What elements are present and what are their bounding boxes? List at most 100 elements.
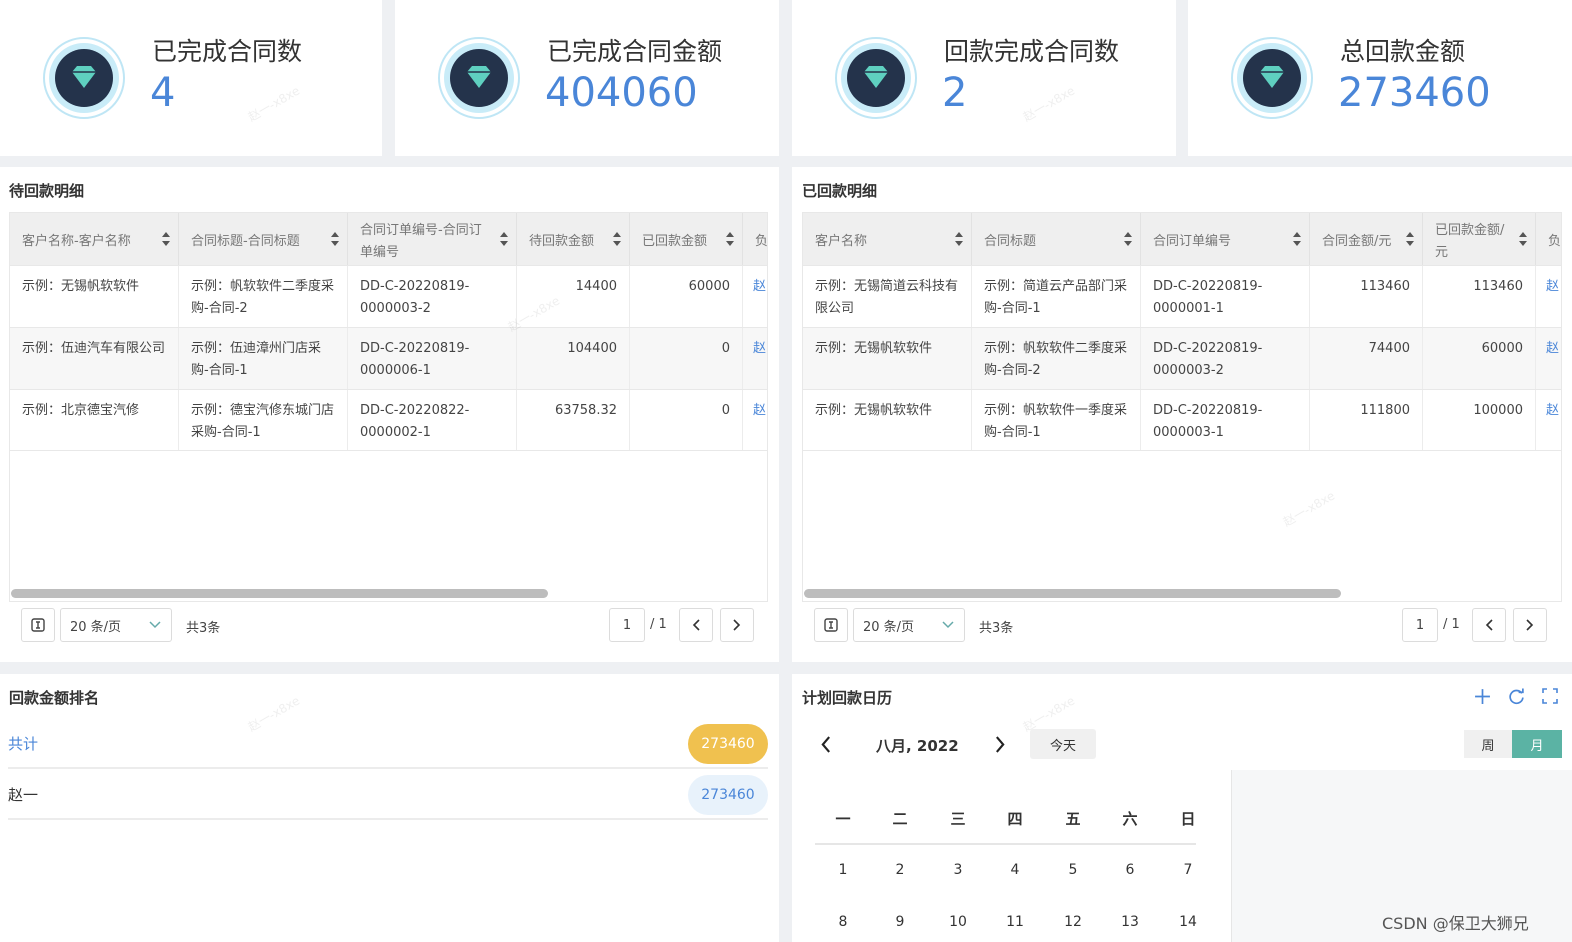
page-info-button[interactable] [21, 608, 55, 642]
column-header-customer[interactable]: 客户名称 [803, 213, 972, 265]
calendar-prev-icon[interactable] [820, 736, 832, 753]
week-view-button[interactable]: 周 [1464, 730, 1512, 758]
chevron-down-icon [942, 621, 954, 629]
horizontal-scrollbar[interactable] [804, 589, 1341, 598]
calendar-title: 计划回款日历 [802, 689, 893, 707]
table-row[interactable]: 示例：伍迪汽车有限公司 示例：伍迪漳州门店采购-合同-1 DD-C-202208… [10, 327, 767, 389]
cell-customer: 示例：无锡帆软软件 [803, 390, 972, 450]
next-page-button[interactable] [720, 608, 754, 642]
column-header-order-no[interactable]: 合同订单编号-合同订单编号 [348, 213, 517, 265]
table-header: 客户名称-客户名称 合同标题-合同标题 合同订单编号-合同订单编号 待回款金额 … [10, 213, 767, 265]
cell-order-no: DD-C-20220819-0000001-1 [1141, 266, 1310, 327]
cell-title: 示例：德宝汽修东城门店采购-合同-1 [179, 390, 348, 450]
stat-value: 4 [150, 70, 176, 116]
cell-customer: 示例：伍迪汽车有限公司 [10, 328, 179, 389]
prev-page-button[interactable] [1472, 608, 1506, 642]
calendar-day[interactable]: 6 [1110, 862, 1150, 878]
chevron-left-icon [1485, 619, 1493, 631]
sort-icon [1406, 232, 1414, 246]
cell-pending-amount: 63758.32 [517, 390, 630, 450]
page-size-label: 20 条/页 [70, 619, 122, 635]
chevron-right-icon [1526, 619, 1534, 631]
prev-page-button[interactable] [679, 608, 713, 642]
cell-title: 示例：帆软软件二季度采购-合同-2 [972, 328, 1141, 389]
next-page-button[interactable] [1513, 608, 1547, 642]
diamond-icon [835, 37, 917, 119]
calendar-day[interactable]: 10 [938, 914, 978, 930]
add-icon[interactable] [1474, 688, 1491, 705]
stat-value: 2 [942, 70, 968, 116]
horizontal-scrollbar[interactable] [11, 589, 548, 598]
ranking-value-badge: 273460 [688, 775, 768, 815]
calendar-day[interactable]: 3 [938, 862, 978, 878]
cell-contract-amount: 74400 [1310, 328, 1423, 389]
cell-owner-link[interactable]: 赵 [743, 328, 767, 389]
column-header-title[interactable]: 合同标题 [972, 213, 1141, 265]
stat-value: 404060 [545, 70, 698, 116]
column-header-customer[interactable]: 客户名称-客户名称 [10, 213, 179, 265]
sort-icon [1293, 232, 1301, 246]
table-row[interactable]: 示例：无锡帆软软件 示例：帆软软件一季度采购-合同-1 DD-C-2022081… [803, 389, 1561, 451]
column-header-owner[interactable]: 负 [743, 213, 767, 265]
today-button[interactable]: 今天 [1030, 729, 1096, 759]
calendar-day[interactable]: 2 [880, 862, 920, 878]
calendar-day[interactable]: 8 [823, 914, 863, 930]
cell-title: 示例：帆软软件二季度采购-合同-2 [179, 266, 348, 327]
info-icon [31, 618, 45, 632]
cell-owner-link[interactable]: 赵 [1536, 266, 1561, 327]
column-header-paid-amount[interactable]: 已回款金额 [630, 213, 743, 265]
table-row[interactable]: 示例：北京德宝汽修 示例：德宝汽修东城门店采购-合同-1 DD-C-202208… [10, 389, 767, 451]
calendar-day[interactable]: 11 [995, 914, 1035, 930]
table-row[interactable]: 示例：无锡帆软软件 示例：帆软软件二季度采购-合同-2 DD-C-2022081… [10, 265, 767, 327]
page-size-select[interactable]: 20 条/页 [853, 608, 965, 642]
column-header-paid-amount[interactable]: 已回款金额/元 [1423, 213, 1536, 265]
calendar-next-icon[interactable] [994, 736, 1006, 753]
cell-contract-amount: 113460 [1310, 266, 1423, 327]
column-header-contract-amount[interactable]: 合同金额/元 [1310, 213, 1423, 265]
cell-pending-amount: 14400 [517, 266, 630, 327]
calendar-day[interactable]: 9 [880, 914, 920, 930]
page-info-button[interactable] [814, 608, 848, 642]
stat-card-total-paid: 总回款金额 273460 [1188, 0, 1572, 156]
column-header-pending-amount[interactable]: 待回款金额 [517, 213, 630, 265]
stat-card-paid-count: 回款完成合同数 2 [792, 0, 1176, 156]
cell-customer: 示例：无锡帆软软件 [10, 266, 179, 327]
cell-owner-link[interactable]: 赵 [743, 266, 767, 327]
cell-paid-amount: 0 [630, 390, 743, 450]
total-count: 共3条 [979, 621, 1014, 636]
diamond-icon [438, 37, 520, 119]
page-total: / 1 [1443, 617, 1460, 632]
refresh-icon[interactable] [1508, 688, 1525, 705]
calendar-day[interactable]: 12 [1053, 914, 1093, 930]
column-header-order-no[interactable]: 合同订单编号 [1141, 213, 1310, 265]
calendar-day[interactable]: 5 [1053, 862, 1093, 878]
page-input[interactable]: 1 [1402, 608, 1438, 642]
page-input[interactable]: 1 [609, 608, 645, 642]
sort-icon [1519, 232, 1527, 246]
table-row[interactable]: 示例：无锡简道云科技有限公司 示例：简道云产品部门采购-合同-1 DD-C-20… [803, 265, 1561, 327]
calendar-day[interactable]: 1 [823, 862, 863, 878]
page-size-select[interactable]: 20 条/页 [60, 608, 172, 642]
cell-paid-amount: 113460 [1423, 266, 1536, 327]
cell-customer: 示例：北京德宝汽修 [10, 390, 179, 450]
calendar-day[interactable]: 14 [1168, 914, 1208, 930]
table-row[interactable]: 示例：无锡帆软软件 示例：帆软软件二季度采购-合同-2 DD-C-2022081… [803, 327, 1561, 389]
csdn-watermark: CSDN @保卫大狮兄 [1382, 914, 1529, 933]
ranking-name: 共计 [8, 735, 39, 753]
stat-label: 回款完成合同数 [944, 37, 1120, 66]
column-header-title[interactable]: 合同标题-合同标题 [179, 213, 348, 265]
chevron-left-icon [692, 619, 700, 631]
month-view-button[interactable]: 月 [1512, 730, 1562, 758]
total-count: 共3条 [186, 621, 221, 636]
calendar-day[interactable]: 7 [1168, 862, 1208, 878]
page-total: / 1 [650, 617, 667, 632]
cell-owner-link[interactable]: 赵 [743, 390, 767, 450]
cell-owner-link[interactable]: 赵 [1536, 328, 1561, 389]
calendar-day[interactable]: 13 [1110, 914, 1150, 930]
cell-order-no: DD-C-20220819-0000003-2 [1141, 328, 1310, 389]
column-header-owner[interactable]: 负 [1536, 213, 1561, 265]
calendar-day[interactable]: 4 [995, 862, 1035, 878]
cell-owner-link[interactable]: 赵 [1536, 390, 1561, 450]
cell-customer: 示例：无锡帆软软件 [803, 328, 972, 389]
fullscreen-icon[interactable] [1542, 688, 1558, 704]
